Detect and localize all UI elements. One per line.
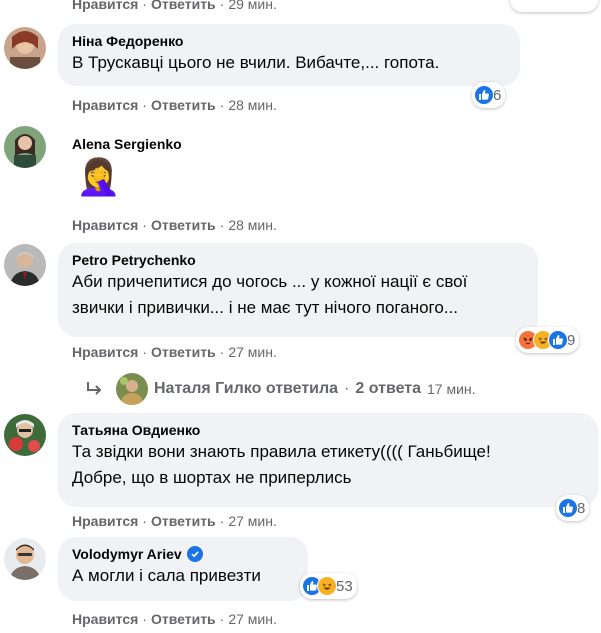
separator: · xyxy=(142,344,147,360)
separator: · xyxy=(219,97,225,113)
separator: · xyxy=(219,0,225,12)
avatar[interactable] xyxy=(4,27,46,69)
comment-actions: Нравится · Ответить · 27 мин. xyxy=(72,513,277,529)
separator: · xyxy=(219,344,225,360)
like-action[interactable]: Нравится xyxy=(72,513,138,529)
like-action[interactable]: Нравится xyxy=(72,0,138,12)
reactions-count: 8 xyxy=(577,499,586,517)
timestamp[interactable]: 27 мин. xyxy=(228,513,277,529)
comment-author-row: Volodymyr Ariev xyxy=(72,545,294,563)
separator: · xyxy=(219,217,225,233)
comment-text-line: Та звідки вони знають правила етикету(((… xyxy=(72,442,491,461)
reply-time: 17 мин. xyxy=(427,381,476,397)
view-replies-link[interactable]: Наталя Гилко ответила · 2 ответа 17 мин. xyxy=(86,373,476,405)
reply-action[interactable]: Ответить xyxy=(151,0,216,12)
reactions-summary[interactable]: 8 xyxy=(556,495,590,521)
verified-badge-icon xyxy=(186,546,203,562)
comment-text: В Трускавці цього не вчили. Вибачте,... … xyxy=(72,53,440,72)
reactions-summary[interactable]: 6 xyxy=(472,82,506,108)
separator: · xyxy=(219,513,225,529)
reactions-summary[interactable]: 9 xyxy=(516,327,580,353)
reactions-summary[interactable]: 53 xyxy=(300,573,357,599)
timestamp[interactable]: 28 мин. xyxy=(228,217,277,233)
comment-actions: Нравится · Ответить · 27 мин. xyxy=(72,611,277,627)
avatar[interactable] xyxy=(4,538,46,580)
comment-author[interactable]: Татьяна Овдиенко xyxy=(72,421,584,439)
reply-summary-text: Наталя Гилко ответила xyxy=(154,380,339,397)
reactions-count: 53 xyxy=(336,577,353,595)
comment-bubble: Volodymyr Ariev А могли і сала привезти xyxy=(58,537,308,601)
avatar[interactable] xyxy=(4,414,46,456)
comment-author[interactable]: Ніна Федоренко xyxy=(72,32,506,50)
like-reaction-icon xyxy=(548,330,568,350)
like-action[interactable]: Нравится xyxy=(72,97,138,113)
timestamp[interactable]: 29 мин. xyxy=(228,0,277,12)
reactions-top[interactable] xyxy=(510,0,598,12)
comment-author[interactable]: Alena Sergienko xyxy=(72,135,182,153)
reactions-count: 9 xyxy=(567,331,576,349)
comment-author[interactable]: Petro Petrychenko xyxy=(72,251,524,269)
comment-text-line: Аби причепитися до чогось ... у кожної н… xyxy=(72,272,468,291)
like-action[interactable]: Нравится xyxy=(72,611,138,627)
comment-actions: Нравится · Ответить · 28 мин. xyxy=(72,97,277,113)
separator: · xyxy=(142,611,147,627)
timestamp[interactable]: 27 мин. xyxy=(228,344,277,360)
comment-bubble: Petro Petrychenko Аби причепитися до чог… xyxy=(58,243,538,337)
avatar[interactable] xyxy=(4,126,46,168)
separator: · xyxy=(142,217,147,233)
facepalm-emoji: 🤦‍♀️ xyxy=(76,157,121,198)
separator: · xyxy=(142,0,147,12)
reply-action[interactable]: Ответить xyxy=(151,513,216,529)
reply-action[interactable]: Ответить xyxy=(151,344,216,360)
timestamp[interactable]: 27 мин. xyxy=(228,611,277,627)
haha-reaction-icon xyxy=(317,576,337,596)
comment-bubble: Татьяна Овдиенко Та звідки вони знають п… xyxy=(58,413,598,507)
separator: · xyxy=(219,611,225,627)
timestamp[interactable]: 28 мин. xyxy=(228,97,277,113)
like-action[interactable]: Нравится xyxy=(72,217,138,233)
comment-author[interactable]: Volodymyr Ariev xyxy=(72,545,182,563)
like-reaction-icon xyxy=(474,85,494,105)
reactions-count: 6 xyxy=(493,86,502,104)
like-action[interactable]: Нравится xyxy=(72,344,138,360)
separator: · xyxy=(142,97,147,113)
comment-text-line: звички і привички... і не має тут нічого… xyxy=(72,298,459,317)
separator: · xyxy=(142,513,147,529)
like-reaction-icon xyxy=(558,498,578,518)
comment-actions: Нравится · Ответить · 27 мин. xyxy=(72,344,277,360)
replier-avatar xyxy=(116,373,148,405)
reply-action[interactable]: Ответить xyxy=(151,97,216,113)
reply-arrow-icon xyxy=(86,381,108,397)
reply-action[interactable]: Ответить xyxy=(151,217,216,233)
avatar[interactable] xyxy=(4,244,46,286)
comment-text: А могли і сала привезти xyxy=(72,566,261,585)
reply-action[interactable]: Ответить xyxy=(151,611,216,627)
comment-bubble: Ніна Федоренко В Трускавці цього не вчил… xyxy=(58,24,520,86)
comment-actions: Нравится · Ответить · 28 мин. xyxy=(72,217,277,233)
comment-actions-top: Нравится · Ответить · 29 мин. xyxy=(72,0,277,12)
comment-text-line: Добре, що в шортах не приперлись xyxy=(72,468,352,487)
separator: · xyxy=(344,380,350,397)
reply-count: 2 ответа xyxy=(355,380,422,397)
